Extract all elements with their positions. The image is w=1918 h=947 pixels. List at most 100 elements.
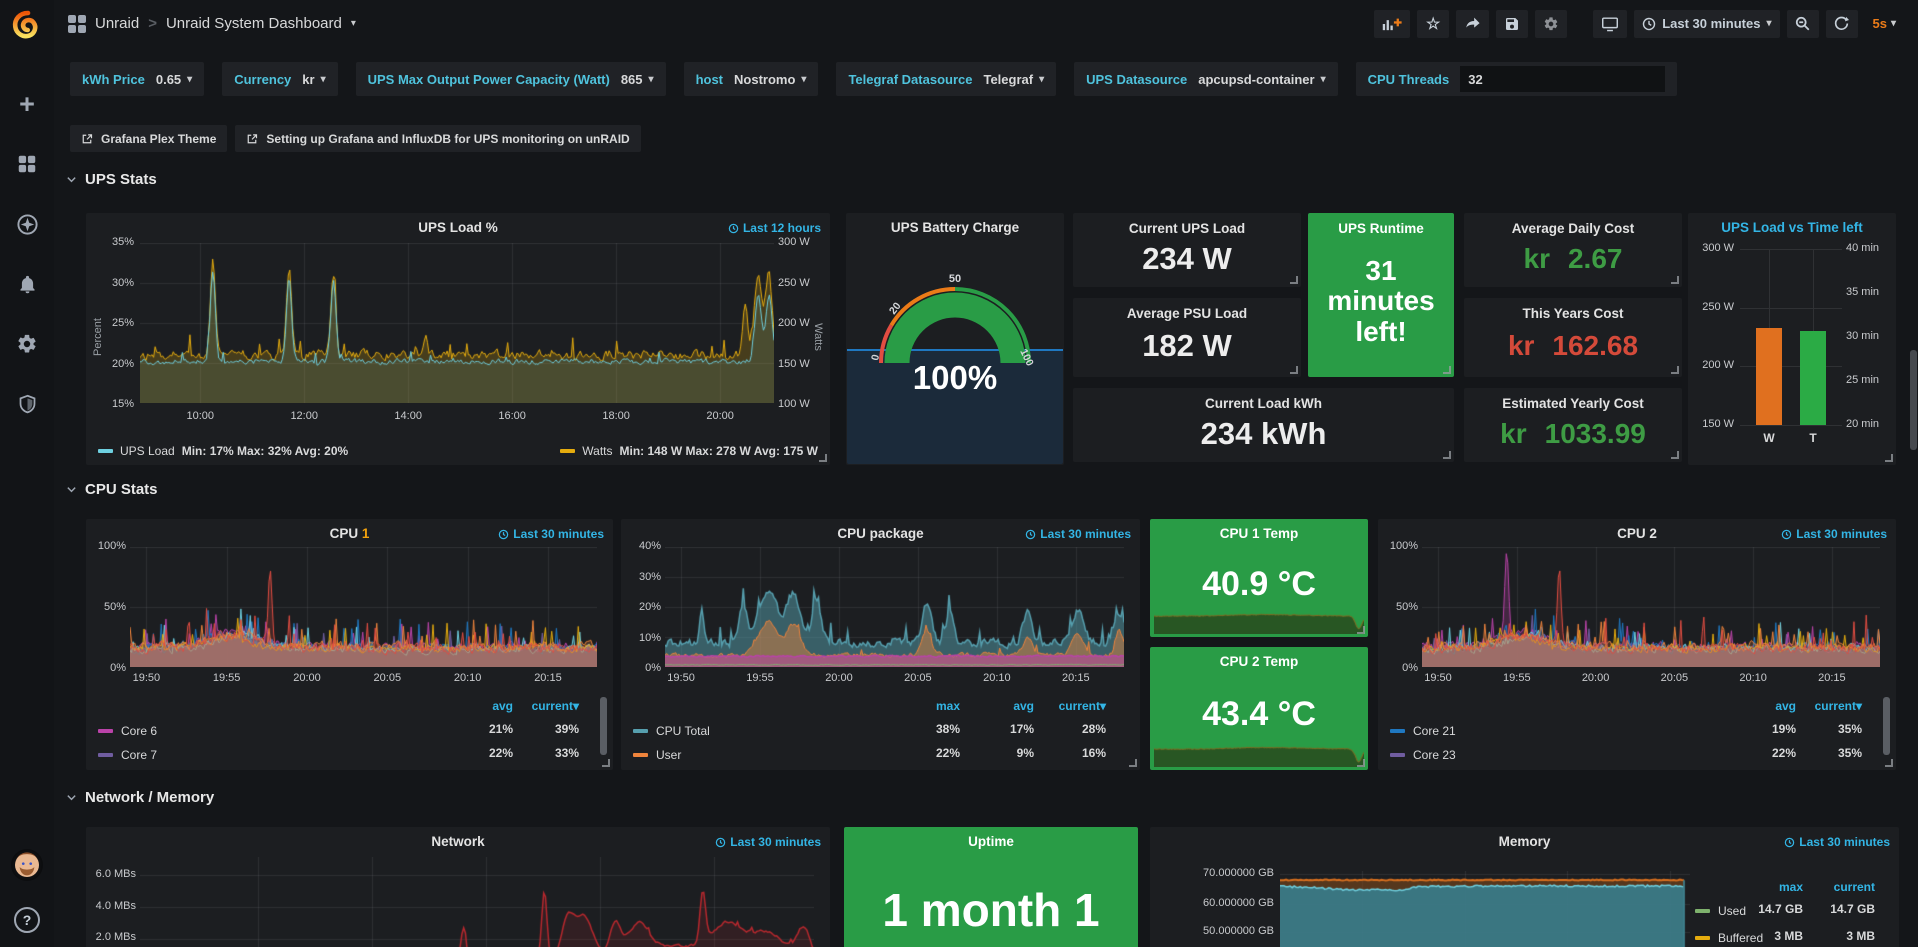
panel-time-range[interactable]: Last 30 minutes (1025, 527, 1131, 541)
link-grafana-plex-theme[interactable]: Grafana Plex Theme (70, 125, 227, 152)
graph-canvas[interactable] (1280, 871, 1690, 947)
graph-canvas[interactable] (140, 243, 774, 403)
variable-label: Currency (234, 72, 291, 87)
legend-series[interactable]: Core 7 (98, 748, 157, 762)
legend-header-current[interactable]: current▾ (532, 699, 579, 713)
alerting-bell-icon[interactable] (15, 272, 39, 296)
cycle-view-monitor-icon[interactable] (1593, 10, 1627, 38)
x-tick: 20:05 (904, 672, 932, 684)
legend-header-max[interactable]: max (936, 699, 960, 713)
stat-title[interactable]: This Years Cost (1464, 306, 1682, 321)
stat-title[interactable]: UPS Runtime (1308, 221, 1454, 236)
legend-ups-load[interactable]: UPS Load Min: 17% Max: 32% Avg: 20% (98, 444, 348, 458)
legend-series[interactable]: Core 21 (1390, 724, 1456, 738)
legend-row: User 22% 9% 16% (633, 746, 1128, 762)
save-button[interactable] (1496, 10, 1528, 38)
y-tick: 100% (88, 540, 126, 552)
section-network-memory[interactable]: Network / Memory (66, 789, 214, 806)
panel-time-range[interactable]: Last 30 minutes (715, 835, 821, 849)
share-button[interactable] (1456, 10, 1489, 38)
stat-title[interactable]: Average Daily Cost (1464, 221, 1682, 236)
panel-title[interactable]: UPS Load % (86, 220, 830, 235)
explore-compass-icon[interactable] (15, 212, 39, 236)
x-tick: 20:00 (1582, 672, 1610, 684)
variable-currency[interactable]: Currency kr▾ (222, 62, 337, 96)
panel-time-range[interactable]: Last 30 minutes (1784, 835, 1890, 849)
breadcrumb-folder[interactable]: Unraid (95, 15, 139, 32)
y-tick: 35 min (1846, 286, 1894, 298)
legend-series[interactable]: Core 6 (98, 724, 157, 738)
variable-kwh-price[interactable]: kWh Price 0.65▾ (70, 62, 204, 96)
configuration-gear-icon[interactable] (15, 332, 39, 356)
legend-header-max[interactable]: max (1779, 880, 1803, 894)
graph-canvas[interactable] (1422, 547, 1880, 667)
legend-value: 28% (1082, 722, 1106, 736)
bar-watts[interactable] (1756, 328, 1782, 426)
settings-gear-icon[interactable] (1535, 10, 1567, 38)
legend-value: 9% (1017, 746, 1034, 760)
graph-canvas[interactable] (665, 547, 1124, 667)
variable-telegraf-datasource[interactable]: Telegraf Datasource Telegraf▾ (836, 62, 1056, 96)
legend-series[interactable]: Core 23 (1390, 748, 1456, 762)
legend-header-avg[interactable]: avg (492, 699, 513, 713)
refresh-interval-picker[interactable]: 5s ▾ (1865, 10, 1905, 38)
stat-title[interactable]: Estimated Yearly Cost (1464, 396, 1682, 411)
time-range-picker[interactable]: Last 30 minutes ▾ (1634, 10, 1779, 38)
mark-favorite-button[interactable]: ☆ (1417, 10, 1449, 38)
section-cpu-stats[interactable]: CPU Stats (66, 481, 158, 498)
link-ups-monitoring-guide[interactable]: Setting up Grafana and InfluxDB for UPS … (235, 125, 640, 152)
user-avatar[interactable] (11, 849, 43, 881)
stat-title[interactable]: Current UPS Load (1073, 221, 1301, 236)
section-ups-stats[interactable]: UPS Stats (66, 171, 157, 188)
variable-ups-max-output[interactable]: UPS Max Output Power Capacity (Watt) 865… (356, 62, 666, 96)
bar-time-left[interactable] (1800, 331, 1826, 425)
legend-series[interactable]: Used (1695, 904, 1746, 918)
legend-watts[interactable]: Watts Min: 148 W Max: 278 W Avg: 175 W (560, 444, 818, 458)
panel-title[interactable]: Uptime (844, 834, 1138, 849)
zoom-out-button[interactable] (1787, 10, 1819, 38)
grafana-logo-icon[interactable] (7, 6, 47, 46)
variable-host[interactable]: host Nostromo▾ (684, 62, 819, 96)
cpu-threads-input[interactable] (1460, 66, 1665, 92)
stat-title[interactable]: Current Load kWh (1073, 396, 1454, 411)
panel-time-range[interactable]: Last 30 minutes (1781, 527, 1887, 541)
panel-current-ups-load: Current UPS Load 234 W (1073, 213, 1301, 287)
panel-time-range[interactable]: Last 12 hours (728, 221, 821, 235)
legend-series[interactable]: CPU Total (633, 724, 710, 738)
help-icon[interactable]: ? (14, 907, 40, 933)
graph-canvas[interactable] (130, 547, 597, 667)
variable-ups-datasource[interactable]: UPS Datasource apcupsd-container▾ (1074, 62, 1337, 96)
legend-header-current[interactable]: current (1834, 880, 1875, 894)
add-panel-button[interactable] (1374, 10, 1410, 38)
legend-series[interactable]: User (633, 748, 681, 762)
panel-ups-battery-charge: UPS Battery Charge 50 20 0 100 100% (846, 213, 1064, 465)
panel-title[interactable]: UPS Load vs Time left (1688, 220, 1896, 235)
legend-header-current[interactable]: current▾ (1815, 699, 1862, 713)
legend-scrollbar[interactable] (1883, 697, 1890, 755)
legend-header-current[interactable]: current▾ (1059, 699, 1106, 713)
caret-down-icon[interactable]: ▾ (351, 18, 356, 29)
legend-header-avg[interactable]: avg (1775, 699, 1796, 713)
stat-title[interactable]: Average PSU Load (1073, 306, 1301, 321)
panel-title[interactable]: CPU 1 Temp (1150, 526, 1368, 541)
server-admin-shield-icon[interactable] (15, 392, 39, 416)
page-scrollbar[interactable] (1910, 350, 1917, 450)
y-tick: 150 W (778, 358, 826, 370)
template-variables: kWh Price 0.65▾ Currency kr▾ UPS Max Out… (70, 62, 1677, 96)
panel-title[interactable]: CPU 2 Temp (1150, 654, 1368, 669)
panel-title[interactable]: UPS Battery Charge (846, 220, 1064, 235)
legend-series[interactable]: Buffered (1695, 931, 1763, 945)
x-tick: 12:00 (290, 410, 318, 422)
panel-time-range[interactable]: Last 30 minutes (498, 527, 604, 541)
dashboards-icon[interactable] (15, 152, 39, 176)
refresh-button[interactable] (1826, 10, 1858, 38)
create-plus-icon[interactable]: + (15, 92, 39, 116)
y-axis-left: 100% 50% 0% (88, 540, 126, 674)
legend-header-avg[interactable]: avg (1013, 699, 1034, 713)
breadcrumb-dashboard[interactable]: Unraid System Dashboard (166, 15, 342, 32)
bar-plot[interactable] (1740, 249, 1842, 425)
graph-canvas[interactable] (140, 857, 814, 947)
y-tick: 30 min (1846, 330, 1894, 342)
x-tick: 19:50 (1424, 672, 1452, 684)
legend-scrollbar[interactable] (600, 697, 607, 755)
